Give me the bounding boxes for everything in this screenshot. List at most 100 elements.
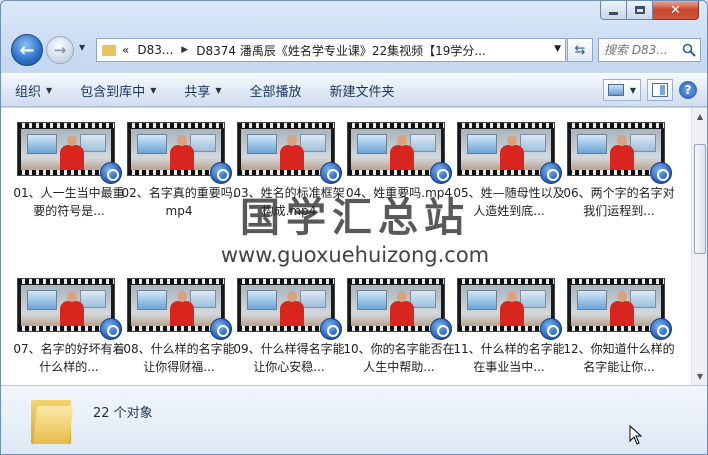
file-name: 05、姓—随母性以及人造姓到底... <box>453 186 565 218</box>
media-player-icon <box>100 318 122 340</box>
scrollbar-thumb[interactable] <box>694 144 706 254</box>
details-pane: 22 个对象 <box>1 385 707 454</box>
file-item[interactable]: 04、姓重要吗.mp4 <box>346 122 457 264</box>
maximize-button[interactable] <box>627 1 653 20</box>
arrow-right-icon: → <box>53 41 67 59</box>
media-player-icon <box>320 162 342 184</box>
presenter <box>60 145 84 170</box>
chevron-down-icon: ▼ <box>46 85 53 95</box>
video-frame <box>21 129 111 170</box>
vertical-scrollbar[interactable]: ▲ ▼ <box>691 108 707 385</box>
search-input[interactable] <box>604 43 684 57</box>
presenter <box>60 301 84 326</box>
video-thumbnail <box>17 278 122 340</box>
video-frame <box>571 129 661 170</box>
new-folder-button[interactable]: 新建文件夹 <box>316 81 409 100</box>
close-button[interactable]: ✕ <box>653 1 699 20</box>
file-item[interactable]: 10、你的名字能否在人生中帮助... <box>343 278 457 385</box>
video-frame <box>351 285 441 326</box>
search-icon[interactable] <box>682 43 696 57</box>
presenter-head <box>397 291 407 302</box>
video-thumbnail <box>17 122 122 184</box>
media-player-icon <box>100 162 122 184</box>
video-thumbnail <box>127 278 232 340</box>
presenter-head <box>397 135 407 146</box>
slide-screen <box>80 290 106 308</box>
include-in-library-label: 包含到库中 <box>80 84 146 100</box>
chevron-down-icon[interactable]: ▼ <box>554 44 561 54</box>
presenter <box>500 301 524 326</box>
item-count: 22 个对象 <box>93 406 153 421</box>
video-thumbnail <box>567 278 672 340</box>
file-name: 12、你知道什么样的名字能让你... <box>563 342 675 374</box>
presenter-head <box>287 291 297 302</box>
organize-menu[interactable]: 组织 ▼ <box>1 81 66 100</box>
include-in-library-menu[interactable]: 包含到库中 ▼ <box>66 81 170 100</box>
share-menu[interactable]: 共享 ▼ <box>170 81 235 100</box>
preview-pane-button[interactable] <box>647 79 673 101</box>
file-item[interactable]: 08、什么样的名字能让你得财福... <box>123 278 237 385</box>
slide-screen <box>357 134 387 154</box>
chevron-down-icon: ▼ <box>215 85 222 95</box>
breadcrumb-overflow[interactable]: « <box>122 43 129 57</box>
slide-screen <box>80 134 106 152</box>
address-bar[interactable]: « D83... ▶ D8374 潘禹辰《姓名学专业课》22集视频【19学分..… <box>96 38 566 62</box>
file-item[interactable]: 03、姓名的标准框架构成.mp4 <box>233 122 347 264</box>
media-player-icon <box>540 162 562 184</box>
file-item[interactable]: 06、两个字的名字对我们运程到... <box>563 122 677 264</box>
new-folder-label: 新建文件夹 <box>329 84 395 100</box>
file-item[interactable]: 05、姓—随母性以及人造姓到底... <box>453 122 567 264</box>
film-strip <box>568 123 664 128</box>
media-player-icon <box>540 318 562 340</box>
breadcrumb-item[interactable]: D83... <box>137 43 173 57</box>
slide-screen <box>467 290 497 310</box>
file-list[interactable]: 01、人一生当中最重要的符号是... 02、名字真的重要吗.mp4 03、姓名的标准… <box>1 108 691 385</box>
search-box[interactable] <box>598 38 701 62</box>
slide-screen <box>190 134 216 152</box>
file-item[interactable]: 07、名字的好坏有着什么样的... <box>13 278 127 385</box>
back-button[interactable]: ← <box>11 34 43 66</box>
file-item[interactable]: 11、什么样的名字能在事业当中... <box>453 278 567 385</box>
slide-screen <box>410 134 436 152</box>
minimize-icon <box>609 11 618 15</box>
file-item[interactable]: 01、人一生当中最重要的符号是... <box>13 122 127 264</box>
breadcrumb-item[interactable]: D8374 潘禹辰《姓名学专业课》22集视频【19学分... <box>196 42 486 59</box>
slide-screen <box>577 134 607 154</box>
film-strip <box>348 279 444 284</box>
file-name: 11、什么样的名字能在事业当中... <box>453 342 565 374</box>
chevron-down-icon[interactable]: ▼ <box>630 86 636 95</box>
slide-screen <box>300 134 326 152</box>
file-name: 01、人一生当中最重要的符号是... <box>13 186 125 218</box>
film-strip <box>128 123 224 128</box>
film-strip <box>128 279 224 284</box>
slide-screen <box>247 134 277 154</box>
change-view-button[interactable]: ▼ <box>602 79 641 101</box>
presenter <box>610 145 634 170</box>
slide-screen <box>467 134 497 154</box>
chevron-right-icon[interactable]: ▶ <box>181 45 188 55</box>
file-item[interactable]: 12、你知道什么样的名字能让你... <box>563 278 677 385</box>
refresh-button[interactable]: ⇆ <box>567 38 593 62</box>
play-all-button[interactable]: 全部播放 <box>236 81 316 100</box>
media-player-icon <box>650 318 672 340</box>
video-thumbnail <box>127 122 232 184</box>
scroll-down-arrow-icon[interactable]: ▼ <box>692 368 707 385</box>
file-item[interactable]: 02、名字真的重要吗.mp4 <box>121 122 237 264</box>
scroll-up-arrow-icon[interactable]: ▲ <box>692 108 707 125</box>
video-thumbnail <box>457 278 562 340</box>
file-item[interactable]: 09、什么样得名字能让你心安稳... <box>233 278 347 385</box>
file-name: 06、两个字的名字对我们运程到... <box>563 186 675 218</box>
help-icon[interactable]: ? <box>679 81 697 99</box>
presenter-head <box>67 135 77 146</box>
presenter <box>170 301 194 326</box>
refresh-icon: ⇆ <box>574 42 586 58</box>
file-name: 08、什么样的名字能让你得财福... <box>123 342 235 374</box>
slide-screen <box>137 290 167 310</box>
breadcrumb: « D83... ▶ D8374 潘禹辰《姓名学专业课》22集视频【19学分..… <box>122 42 486 59</box>
navigation-bar: ← → ▼ « D83... ▶ D8374 潘禹辰《姓名学专业课》22集视频【… <box>1 29 707 71</box>
play-all-label: 全部播放 <box>249 84 302 100</box>
recent-pages-dropdown[interactable]: ▼ <box>79 43 85 52</box>
minimize-button[interactable] <box>600 1 627 20</box>
presenter-head <box>287 135 297 146</box>
forward-button[interactable]: → <box>46 36 74 64</box>
